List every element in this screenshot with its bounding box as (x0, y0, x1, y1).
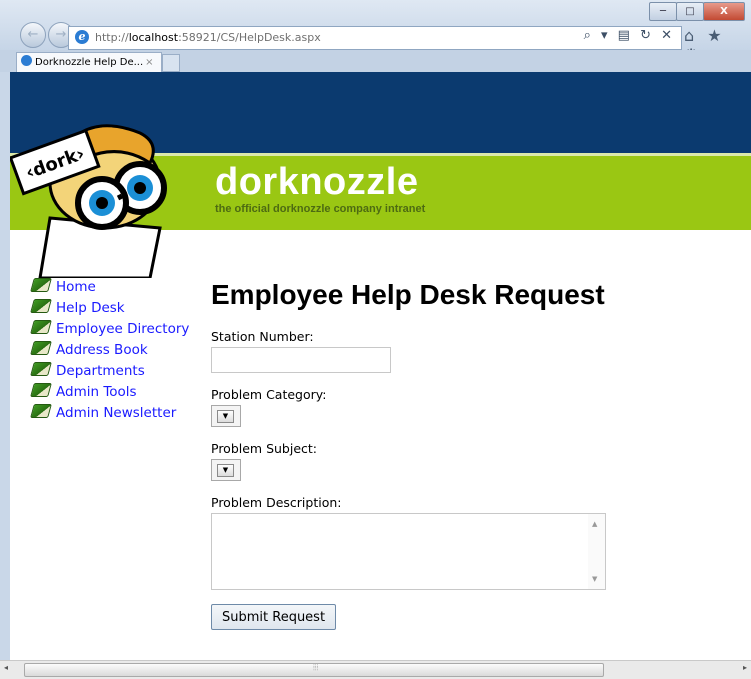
nav-item-label: Address Book (56, 342, 148, 358)
nav-item-label: Help Desk (56, 300, 125, 316)
problem-description-label: Problem Description: (211, 495, 342, 510)
url-path: :58921/CS/HelpDesk.aspx (178, 31, 321, 44)
problem-subject-label: Problem Subject: (211, 441, 318, 456)
problem-category-label: Problem Category: (211, 387, 327, 402)
close-window-button[interactable]: X (703, 2, 745, 21)
scroll-up-icon[interactable]: ▲ (592, 520, 597, 528)
submit-request-button[interactable]: Submit Request (211, 604, 337, 630)
book-icon (30, 341, 52, 355)
chevron-down-icon[interactable]: ▼ (217, 464, 234, 477)
nav-item-label: Home (56, 279, 96, 295)
back-button[interactable]: ← (20, 22, 46, 48)
book-icon (30, 362, 52, 376)
brand-tagline: the official dorknozzle company intranet (215, 203, 426, 215)
brand-name: dorknozzle (215, 161, 419, 203)
address-actions-icon[interactable]: ⌕ ▾ ▤ ↻ ✕ (584, 28, 675, 43)
book-icon (30, 320, 52, 334)
nav-item-address-book[interactable]: Address Book (30, 340, 189, 361)
book-icon (30, 278, 52, 292)
problem-category-select[interactable]: ▼ (211, 405, 241, 427)
maximize-button[interactable]: □ (676, 2, 704, 21)
nav-item-label: Employee Directory (56, 321, 190, 337)
nav-item-admin-tools[interactable]: Admin Tools (30, 382, 189, 403)
nav-item-home[interactable]: Home (30, 277, 189, 298)
browser-window: ← → e http://localhost:58921/CS/HelpDesk… (0, 0, 751, 679)
book-icon (30, 383, 52, 397)
nav-item-label: Admin Newsletter (56, 405, 177, 421)
address-url[interactable]: http://localhost:58921/CS/HelpDesk.aspx (95, 31, 321, 44)
nav-item-departments[interactable]: Departments (30, 361, 189, 382)
textarea-scrollbar[interactable]: ▲ ▼ (588, 514, 605, 589)
ie-page-icon: e (75, 30, 89, 44)
tab-title: Dorknozzle Help De... (35, 57, 144, 68)
horizontal-scrollbar[interactable]: ◂ ⦙⦙⦙ ▸ (0, 660, 751, 679)
side-navigation: Home Help Desk Employee Directory Addres… (30, 277, 190, 424)
station-number-input[interactable] (211, 347, 391, 373)
address-bar[interactable]: e http://localhost:58921/CS/HelpDesk.asp… (68, 26, 682, 50)
tab-close-icon[interactable]: × (145, 57, 153, 68)
nav-item-admin-newsletter[interactable]: Admin Newsletter (30, 403, 189, 424)
page-viewport: ‹dork› dorknozzle the official dorknozzl… (10, 72, 751, 660)
scroll-left-icon[interactable]: ◂ (4, 663, 8, 672)
scroll-down-icon[interactable]: ▼ (592, 575, 597, 583)
browser-titlebar: ← → e http://localhost:58921/CS/HelpDesk… (0, 0, 751, 64)
tab-ie-icon (21, 55, 32, 66)
url-scheme: http:// (95, 31, 129, 44)
nav-item-label: Departments (56, 363, 145, 379)
book-icon (30, 299, 52, 313)
page-title: Employee Help Desk Request (211, 279, 605, 310)
scroll-grip-icon: ⦙⦙⦙ (313, 663, 319, 672)
horizontal-scroll-thumb[interactable]: ⦙⦙⦙ (24, 663, 604, 677)
url-host: localhost (128, 31, 179, 44)
problem-description-textarea[interactable]: ▲ ▼ (211, 513, 606, 590)
dork-mascot-logo: ‹dork› (10, 124, 167, 278)
minimize-button[interactable]: ─ (649, 2, 677, 21)
scroll-right-icon[interactable]: ▸ (743, 663, 747, 672)
new-tab-button[interactable] (162, 54, 180, 72)
nav-item-label: Admin Tools (56, 384, 137, 400)
nav-item-help-desk[interactable]: Help Desk (30, 298, 189, 319)
station-number-label: Station Number: (211, 329, 314, 344)
window-controls: ─ □ X (649, 2, 745, 21)
problem-subject-select[interactable]: ▼ (211, 459, 241, 481)
tab-bar: Dorknozzle Help De... × (0, 50, 751, 73)
tab-dorknozzle-helpdesk[interactable]: Dorknozzle Help De... × (16, 52, 162, 73)
nav-item-employee-directory[interactable]: Employee Directory (30, 319, 190, 340)
book-icon (30, 404, 52, 418)
chevron-down-icon[interactable]: ▼ (217, 410, 234, 423)
help-desk-form: Employee Help Desk Request Station Numbe… (211, 277, 731, 630)
